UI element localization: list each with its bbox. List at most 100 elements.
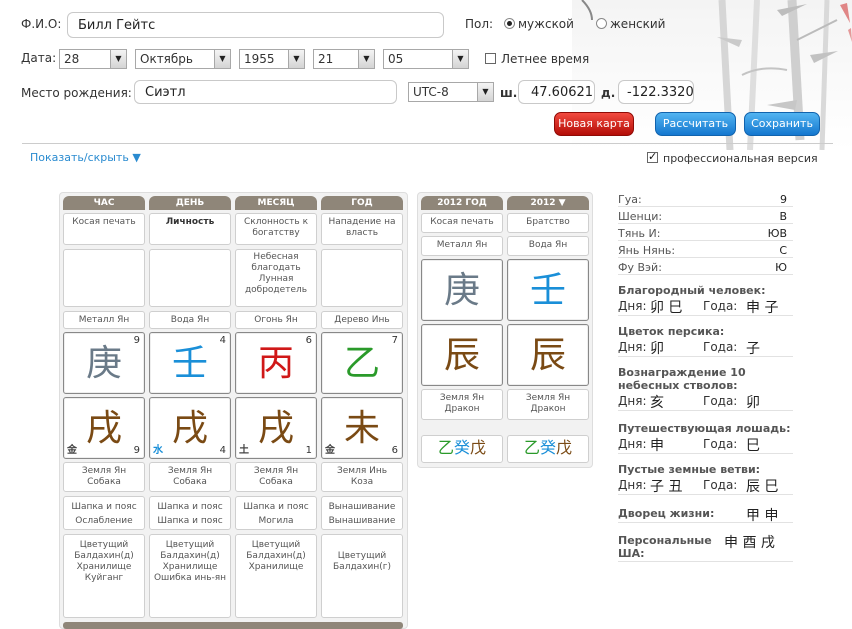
ten-god-cell[interactable]: Склонность к богатству: [235, 213, 317, 245]
year-value: 1955: [244, 52, 275, 66]
ten-god-cell[interactable]: Косая печать: [63, 213, 145, 245]
month-value: Октябрь: [140, 52, 193, 66]
dropdown-arrow-icon: ▼: [477, 83, 493, 101]
stem-glyph: 乙: [343, 343, 380, 384]
year-branch-cell[interactable]: 辰: [421, 324, 503, 386]
earthly-branch-cell[interactable]: 戌1土: [235, 397, 317, 459]
sex-male-label: мужской: [518, 17, 574, 31]
day-value: 子 丑: [650, 479, 683, 495]
earthly-branch-cell[interactable]: 戌9金: [63, 397, 145, 459]
section-title: Персональные ША:: [618, 534, 712, 560]
checkbox-icon: [485, 53, 496, 64]
fio-input[interactable]: Билл Гейтс: [67, 12, 444, 38]
life-stage-cell: Вынашивание Вынашивание: [321, 496, 403, 530]
dst-label: Летнее время: [501, 52, 590, 66]
hidden-stem-glyph: 癸: [453, 438, 470, 457]
symbolic-stars-cell: Цветущий Балдахин(г): [321, 534, 403, 618]
heavenly-stem-cell[interactable]: 乙7: [321, 332, 403, 394]
earthly-branch-cell[interactable]: 未6金: [321, 397, 403, 459]
sex-male-radio[interactable]: мужской: [504, 17, 574, 31]
info-value: С: [779, 244, 787, 257]
life-stage-cell: Шапка и пояс Могила: [235, 496, 317, 530]
timezone-select[interactable]: UTC-8 ▼: [408, 82, 494, 102]
extra-stars-cell[interactable]: [63, 249, 145, 307]
section-peach: Цветок персика: Дня: 卯 Года: 子: [618, 325, 793, 357]
chart-scrollbar[interactable]: [63, 622, 403, 629]
dst-checkbox[interactable]: Летнее время: [485, 52, 589, 66]
ten-god-cell[interactable]: Личность: [149, 213, 231, 245]
year-ten-god-cell[interactable]: Братство: [507, 213, 589, 233]
section-sha: Персональные ША: 申 酉 戌: [618, 532, 793, 562]
stem-glyph: 壬: [529, 270, 566, 311]
year-ten-god-cell[interactable]: Косая печать: [421, 213, 503, 233]
hidden-stem-glyph: 乙: [437, 438, 454, 457]
year-label: Года:: [703, 340, 738, 354]
stem-number: 6: [305, 335, 312, 346]
new-chart-button[interactable]: Новая карта: [554, 112, 634, 136]
heavenly-stem-cell[interactable]: 庚9: [63, 332, 145, 394]
branch-glyph: 辰: [443, 335, 480, 376]
section-values: Дня: 子 丑 Года: 辰 巳: [618, 476, 793, 495]
year-value: 卯: [746, 395, 760, 411]
year-select[interactable]: 1955 ▼: [239, 49, 305, 69]
section-values: Дня: 卯 Года: 子: [618, 338, 793, 357]
calculate-button[interactable]: Рассчитать: [655, 112, 736, 136]
month-select[interactable]: Октябрь ▼: [135, 49, 231, 69]
dropdown-arrow-icon: ▼: [452, 50, 468, 68]
show-hide-toggle[interactable]: Показать/скрыть ▼: [30, 151, 141, 164]
section-values: Дня: 卯 巳 Года: 申 子: [618, 297, 793, 316]
extra-stars-cell[interactable]: Небесная благодать Лунная добродетель: [235, 249, 317, 307]
year-branch-cell[interactable]: 辰: [507, 324, 589, 386]
radio-checked-icon: [504, 18, 515, 29]
info-label: Шенци:: [618, 210, 663, 223]
info-row: Тянь И: ЮВ: [618, 226, 793, 241]
page: Ф.И.О: Билл Гейтс Пол: мужской женский Д…: [0, 0, 852, 629]
sex-female-radio[interactable]: женский: [596, 17, 665, 31]
day-label: Дня:: [618, 394, 647, 408]
extra-stars-cell[interactable]: [149, 249, 231, 307]
day-label: Дня:: [618, 437, 647, 451]
info-value: ЮВ: [767, 227, 787, 240]
stem-name-cell: Дерево Инь: [321, 311, 403, 329]
year-label: Года:: [703, 299, 738, 313]
stem-name-cell: Металл Ян: [63, 311, 145, 329]
extra-stars-cell[interactable]: [321, 249, 403, 307]
year-select-header[interactable]: 2012 ▼: [507, 196, 589, 210]
save-button[interactable]: Сохранить: [744, 112, 820, 136]
year-stem-cell[interactable]: 壬: [507, 259, 589, 321]
place-label: Место рождения:: [21, 86, 132, 100]
latitude-label: ш.: [500, 86, 518, 100]
ten-god-cell[interactable]: Нападение на власть: [321, 213, 403, 245]
checkbox-checked-icon: [647, 150, 658, 163]
longitude-label: д.: [601, 86, 616, 100]
year-label: Года:: [703, 394, 738, 408]
branch-name-cell: Земля Ян Собака: [63, 462, 145, 492]
timezone-value: UTC-8: [413, 85, 449, 99]
day-select[interactable]: 28 ▼: [59, 49, 127, 69]
branch-glyph: 辰: [529, 335, 566, 376]
section-palace: Дворец жизни: 甲 申: [618, 505, 793, 524]
longitude-input[interactable]: -122.3320: [618, 80, 694, 104]
earthly-branch-cell[interactable]: 戌4水: [149, 397, 231, 459]
section-title: Дворец жизни:: [618, 507, 715, 520]
section-title: Путешествующая лошадь:: [618, 422, 791, 435]
symbolic-stars-cell: Цветущий Балдахин(д) Хранилище Ошибка ин…: [149, 534, 231, 618]
pillar-header: ЧАС: [63, 196, 145, 210]
section-reward: Вознаграждение 10 небесных стволов: Дня: 亥…: [618, 366, 793, 411]
minute-value: 05: [388, 52, 404, 66]
section-void: Пустые земные ветви: Дня: 子 丑 Года: 辰 巳: [618, 463, 793, 495]
heavenly-stem-cell[interactable]: 丙6: [235, 332, 317, 394]
place-input[interactable]: Сиэтл: [134, 80, 397, 104]
heavenly-stem-cell[interactable]: 壬4: [149, 332, 231, 394]
pro-version-checkbox[interactable]: профессиональная версия: [647, 150, 818, 165]
year-stem-cell[interactable]: 庚: [421, 259, 503, 321]
hour-select[interactable]: 21 ▼: [313, 49, 375, 69]
info-row: Янь Нянь: С: [618, 243, 793, 258]
fio-label: Ф.И.О:: [21, 17, 62, 31]
info-value: В: [779, 210, 787, 223]
section-title: Благородный человек:: [618, 284, 766, 297]
minute-select[interactable]: 05 ▼: [383, 49, 469, 69]
latitude-input[interactable]: 47.60621: [518, 80, 595, 104]
info-row: Шенци: В: [618, 209, 793, 224]
life-stage-cell: Шапка и пояс Ослабление: [63, 496, 145, 530]
